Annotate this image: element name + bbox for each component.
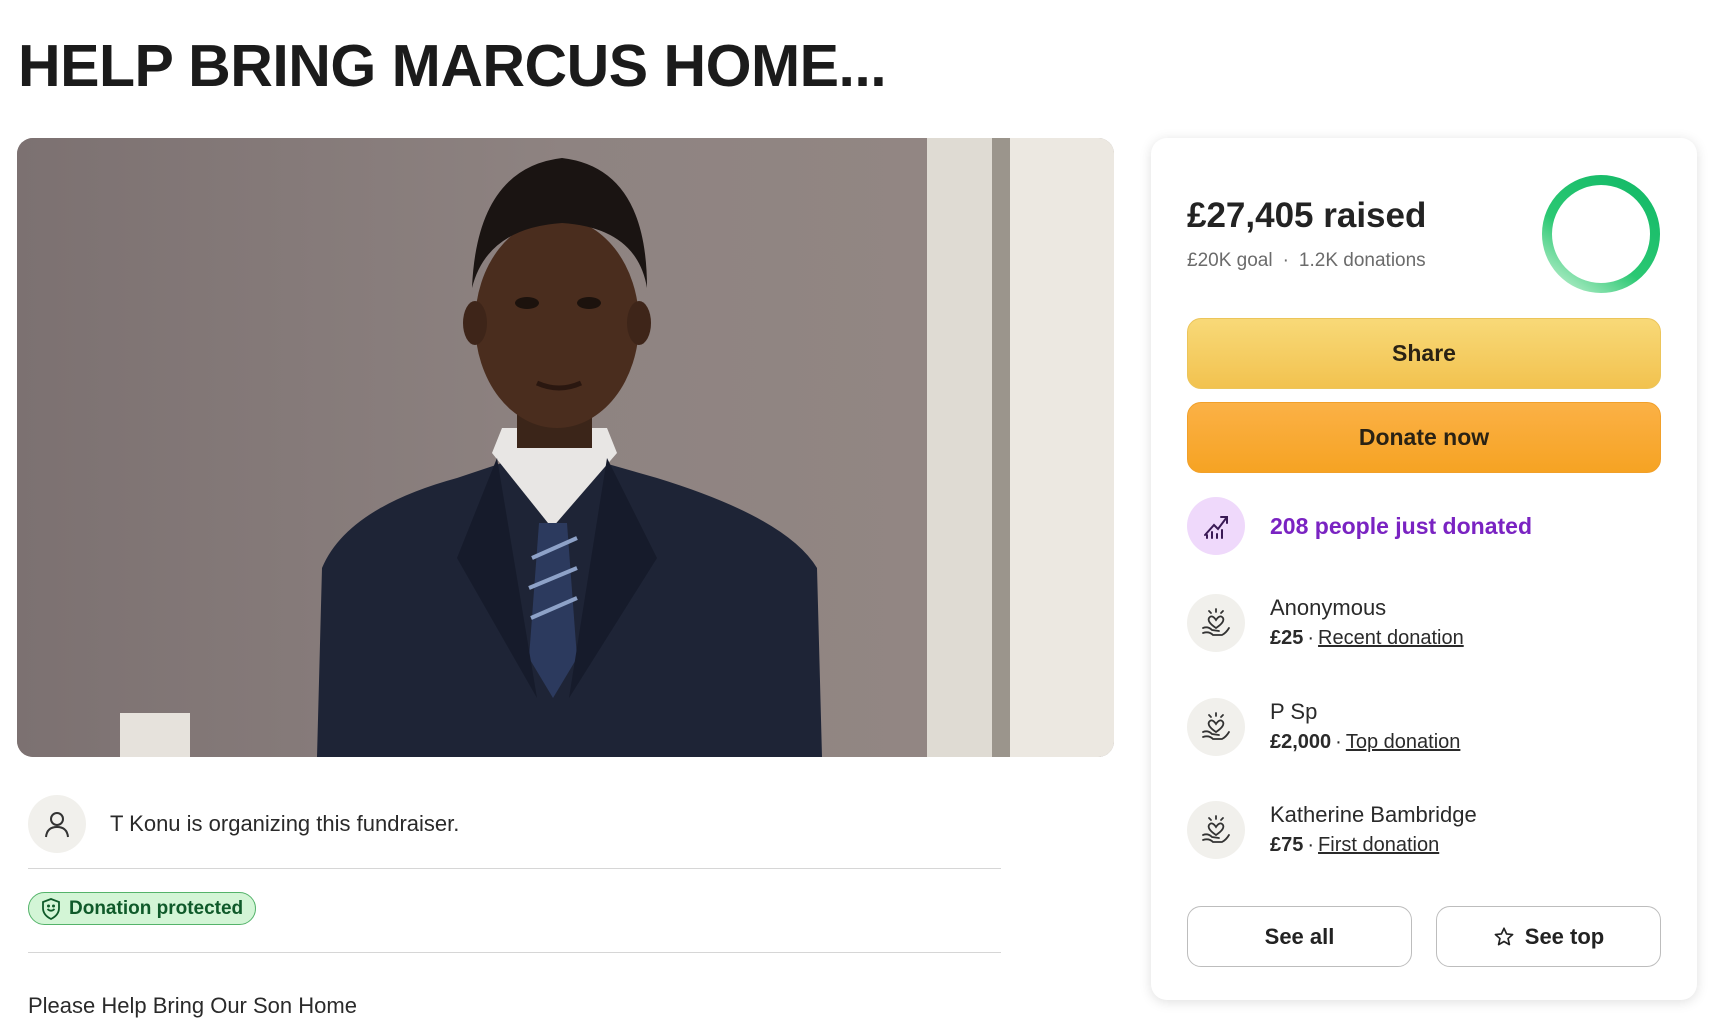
donor-name: Katherine Bambridge (1270, 802, 1477, 827)
donations-count: 1.2K donations (1298, 250, 1426, 271)
hero-image[interactable] (17, 138, 1114, 757)
donation-heart-icon (1187, 698, 1245, 756)
donor-amount: £75 (1270, 834, 1304, 856)
amount-raised: £27,405 raised (1187, 196, 1427, 235)
person-icon (28, 795, 86, 853)
donor-tag-link[interactable]: First donation (1318, 834, 1439, 856)
donate-now-button[interactable]: Donate now (1187, 402, 1661, 473)
goal-text: £20K goal (1187, 250, 1273, 271)
donor-detail: £75 · First donation (1270, 834, 1440, 856)
divider (28, 868, 1001, 869)
donor-name: P Sp (1270, 699, 1318, 724)
share-button[interactable]: Share (1187, 318, 1661, 389)
goal-meta: £20K goal · 1.2K donations (1187, 250, 1426, 271)
see-top-label: See top (1524, 923, 1605, 949)
see-all-button[interactable]: See all (1187, 906, 1412, 967)
story-text: Please Help Bring Our Son Home (28, 993, 357, 1018)
donor-item: Anonymous £25 · Recent donation (1187, 594, 1464, 652)
trend-text: 208 people just donated (1270, 512, 1532, 539)
donor-name: Anonymous (1270, 595, 1387, 620)
donor-item: P Sp £2,000 · Top donation (1187, 698, 1460, 756)
donor-tag-link[interactable]: Top donation (1346, 731, 1461, 753)
donor-amount: £25 (1270, 627, 1304, 649)
divider (28, 952, 1001, 953)
see-top-button[interactable]: See top (1436, 906, 1661, 967)
star-icon (1493, 926, 1515, 948)
organizer-row: T Konu is organizing this fundraiser. (28, 782, 1003, 866)
donor-detail: £25 · Recent donation (1270, 627, 1464, 649)
organizer-text: T Konu is organizing this fundraiser. (110, 811, 460, 836)
badge-label: Donation protected (69, 897, 244, 919)
progress-ring (1539, 172, 1663, 301)
donation-heart-icon (1187, 801, 1245, 859)
donation-protected-badge[interactable]: Donation protected (28, 892, 257, 925)
donor-amount: £2,000 (1270, 731, 1332, 753)
see-all-label: See all (1264, 923, 1335, 949)
donor-detail: £2,000 · Top donation (1270, 731, 1461, 753)
donation-heart-icon (1187, 594, 1245, 652)
donation-panel: £27,405 raised £20K goal · 1.2K donations … (1151, 138, 1697, 1000)
donor-tag-link[interactable]: Recent donation (1318, 627, 1464, 649)
page-title: HELP BRING MARCUS HOME... (18, 33, 887, 99)
shield-icon (41, 897, 61, 920)
trending-up-icon (1187, 497, 1245, 555)
donor-item: Katherine Bambridge £75 · First donation (1187, 801, 1477, 859)
recent-donations-trend: 208 people just donated (1187, 497, 1532, 555)
